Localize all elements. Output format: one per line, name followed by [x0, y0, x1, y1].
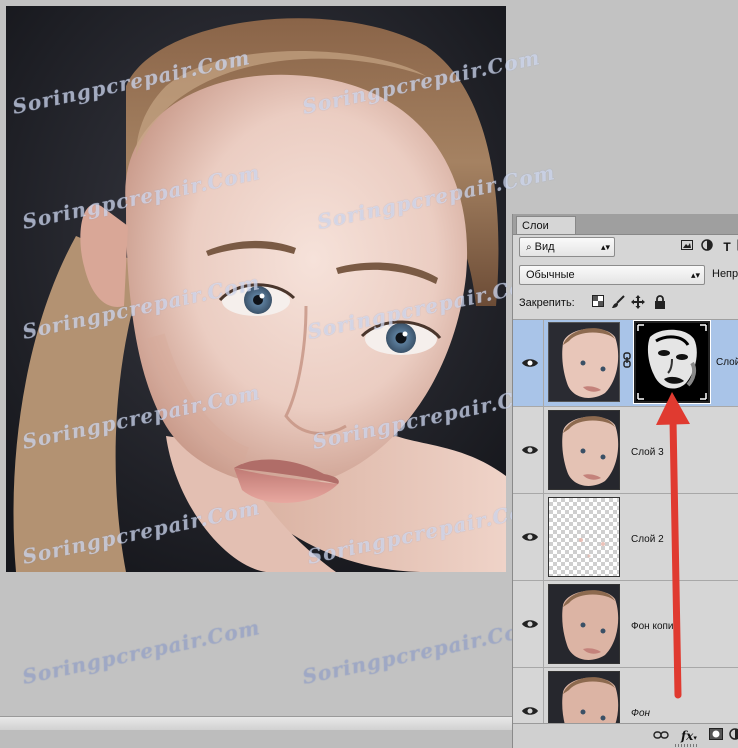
text-filter-icon[interactable]: T — [719, 239, 735, 255]
mask-icon[interactable] — [709, 728, 723, 744]
layer-row[interactable]: Фон — [513, 668, 738, 725]
eye-icon[interactable] — [521, 531, 539, 543]
blend-mode-select[interactable]: Обычные ▴▾ — [519, 265, 705, 285]
portrait-photo[interactable] — [6, 6, 506, 572]
chevron-updown-icon: ▴▾ — [600, 242, 610, 252]
layers-panel: Слои ⌕ Вид ▴▾ T Обычные ▴▾ Непро Закрепи… — [512, 214, 738, 748]
layer-filter-select[interactable]: ⌕ Вид ▴▾ — [519, 237, 615, 257]
eye-icon[interactable] — [521, 705, 539, 717]
move-icon[interactable] — [631, 295, 645, 309]
panel-tab-bar: Слои — [513, 214, 738, 235]
opacity-label: Непро — [712, 268, 738, 280]
eye-icon[interactable] — [521, 618, 539, 630]
watermark: Soringpcrepair.Com — [20, 615, 263, 689]
lock-transparency-icon[interactable] — [591, 295, 605, 309]
layer-name[interactable]: Фон — [631, 708, 650, 719]
blend-mode-value: Обычные — [526, 269, 575, 281]
eye-icon[interactable] — [521, 357, 539, 369]
lock-label: Закрепить: — [519, 297, 575, 309]
layer-thumbnail[interactable] — [548, 410, 620, 490]
layer-thumbnail[interactable] — [548, 497, 620, 577]
layer-thumbnail[interactable] — [548, 671, 620, 725]
watermark: Soringpcrepair.Com — [300, 615, 543, 689]
layer-row[interactable]: Слой — [513, 320, 738, 407]
layer-mask-thumbnail[interactable] — [633, 320, 711, 404]
layer-thumbnail[interactable] — [548, 322, 620, 402]
layer-row[interactable]: Слой 2 — [513, 494, 738, 581]
filter-row: ⌕ Вид ▴▾ T — [519, 237, 738, 259]
layer-name[interactable]: Слой 3 — [631, 447, 664, 458]
divider — [543, 407, 544, 493]
adjustment-icon[interactable] — [729, 728, 738, 744]
resize-grip[interactable] — [675, 744, 697, 747]
link-icon[interactable] — [653, 728, 669, 744]
layer-name[interactable]: Слой — [716, 357, 738, 368]
search-icon: ⌕ — [526, 242, 532, 253]
divider — [543, 668, 544, 725]
tab-layers[interactable]: Слои — [516, 216, 576, 234]
divider — [543, 494, 544, 580]
layer-row[interactable]: Фон копи — [513, 581, 738, 668]
image-filter-icon[interactable] — [679, 239, 695, 255]
panel-bottom-toolbar: fx▾ — [513, 723, 738, 748]
layer-name[interactable]: Слой 2 — [631, 534, 664, 545]
chevron-updown-icon: ▴▾ — [690, 270, 700, 280]
eye-icon[interactable] — [521, 444, 539, 456]
divider — [543, 581, 544, 667]
fx-icon[interactable]: fx▾ — [681, 728, 697, 744]
lock-icon[interactable] — [653, 295, 667, 309]
divider — [543, 320, 544, 406]
lock-row: Закрепить: — [519, 294, 738, 314]
adjustment-filter-icon[interactable] — [699, 239, 715, 255]
layer-row[interactable]: Слой 3 — [513, 407, 738, 494]
brush-icon[interactable] — [611, 295, 625, 309]
layer-thumbnail[interactable] — [548, 584, 620, 664]
canvas-bottom-area — [0, 730, 512, 748]
filter-label: Вид — [534, 241, 555, 253]
layer-name[interactable]: Фон копи — [631, 621, 674, 632]
layers-list: Слой Слой 3 Слой 2 Фон копи Фон — [513, 319, 738, 725]
blend-row: Обычные ▴▾ Непро — [519, 265, 738, 287]
link-icon[interactable] — [622, 352, 632, 368]
horizontal-scrollbar[interactable] — [0, 716, 512, 731]
